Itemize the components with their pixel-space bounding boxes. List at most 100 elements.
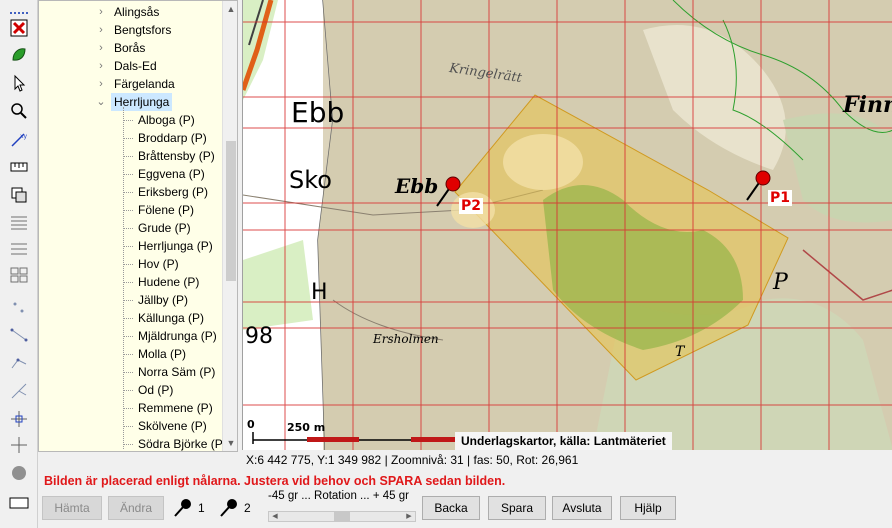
svg-text:xy: xy xyxy=(20,133,28,140)
map-label-finn: Finn xyxy=(843,92,892,118)
chevron-right-icon[interactable]: › xyxy=(95,57,107,75)
map-label-sko: Sko xyxy=(289,166,332,194)
small-dots-icon[interactable] xyxy=(7,296,31,318)
coordinate-pick-icon[interactable]: xy xyxy=(7,128,31,150)
grid-dense-icon[interactable] xyxy=(7,212,31,234)
scroll-down-icon[interactable]: ▼ xyxy=(223,435,237,451)
tree-connector xyxy=(123,300,133,301)
help-button[interactable]: Hjälp xyxy=(620,496,676,520)
tree-connector xyxy=(123,426,133,427)
tree-connector xyxy=(123,174,133,175)
tree-connector xyxy=(123,318,133,319)
tree-connector xyxy=(123,372,133,373)
tree-item-label: Borås xyxy=(114,41,146,55)
pin1-label: 1 xyxy=(198,501,205,515)
tree-item-label: Södra Björke (P) xyxy=(138,437,222,451)
pin2-icon[interactable] xyxy=(218,498,240,518)
fetch-button[interactable]: Hämta xyxy=(42,496,102,520)
tree-item-label: Eggvena (P) xyxy=(138,167,205,181)
tree-item-label: Hov (P) xyxy=(138,257,179,271)
close-layer-icon[interactable] xyxy=(7,17,31,39)
scroll-thumb[interactable] xyxy=(226,141,236,281)
rectangle-icon[interactable] xyxy=(7,492,31,514)
map-label-ebb-italic: Ebb xyxy=(395,174,439,198)
pin2-tool[interactable]: 2 xyxy=(218,498,251,518)
slider-left-icon[interactable]: ◀ xyxy=(269,512,281,521)
tree-item-label: Mjäldrunga (P) xyxy=(138,329,217,343)
copy-layers-icon[interactable] xyxy=(7,184,31,206)
rotation-slider-thumb[interactable] xyxy=(334,512,350,521)
chevron-right-icon[interactable]: › xyxy=(95,39,107,57)
tree-item-label: Remmene (P) xyxy=(138,401,213,415)
tree-item-label: Grude (P) xyxy=(138,221,191,235)
placement-message: Bilden är placerad enligt nålarna. Juste… xyxy=(44,474,506,488)
tree-connector xyxy=(123,138,133,139)
tree-connector xyxy=(123,210,133,211)
tree-item-label: Dals-Ed xyxy=(114,59,157,73)
tree-connector xyxy=(123,390,133,391)
tree-item-label: Herrljunga xyxy=(111,93,173,111)
grid-medium-icon[interactable] xyxy=(7,238,31,260)
scroll-up-icon[interactable]: ▲ xyxy=(223,1,237,17)
map-canvas xyxy=(243,0,892,450)
slider-right-icon[interactable]: ▶ xyxy=(403,512,415,521)
tree-item-label: Skölvene (P) xyxy=(138,419,207,433)
tree-item-label: Bengtsfors xyxy=(114,23,172,37)
chevron-right-icon[interactable]: › xyxy=(95,3,107,21)
move-crosshair-icon[interactable] xyxy=(7,408,31,430)
tree-connector xyxy=(123,192,133,193)
tree-item-label: Källunga (P) xyxy=(138,311,205,325)
node-dots-icon[interactable] xyxy=(7,352,31,374)
pin-label-p1: P1 xyxy=(768,190,793,206)
tree-connector xyxy=(123,444,133,445)
map-source-caption: Underlagskartor, källa: Lantmäteriet xyxy=(455,432,672,450)
tree-connector xyxy=(123,408,133,409)
map-label-98: 98 xyxy=(245,324,273,349)
save-button[interactable]: Spara xyxy=(488,496,546,520)
tree-item-label: Hudene (P) xyxy=(138,275,200,289)
rotation-slider[interactable]: ◀ ▶ xyxy=(268,511,416,522)
tree-item-label: Jällby (P) xyxy=(138,293,189,307)
magnifier-icon[interactable] xyxy=(7,100,31,122)
tree-item-label: Norra Säm (P) xyxy=(138,365,216,379)
change-button[interactable]: Ändra xyxy=(108,496,164,520)
move-crosshair-icon[interactable] xyxy=(7,434,31,456)
pointer-icon[interactable] xyxy=(7,72,31,94)
chevron-right-icon[interactable]: › xyxy=(95,21,107,39)
chevron-down-icon[interactable]: ⌄ xyxy=(95,93,107,111)
grid-split-icon[interactable] xyxy=(7,264,31,286)
tree-item-label: Fölene (P) xyxy=(138,203,195,217)
back-button[interactable]: Backa xyxy=(422,496,480,520)
scale-zero-label: 0 xyxy=(247,418,255,431)
map-view[interactable]: Ebb Sko Ebb Kringelrätt Finn Ersholmen 9… xyxy=(242,0,892,450)
tree-connector xyxy=(123,228,133,229)
tree-scrollbar[interactable]: ▲ ▼ xyxy=(222,1,237,451)
circle-icon[interactable] xyxy=(7,462,31,484)
map-label-p: P xyxy=(773,270,788,295)
rotation-label: -45 gr ... Rotation ... + 45 gr xyxy=(268,490,409,502)
scale-distance-label: 250 m xyxy=(287,421,326,434)
tree-item-label: Alboga (P) xyxy=(138,113,195,127)
tree-item-label: Färgelanda xyxy=(114,77,175,91)
chevron-right-icon[interactable]: › xyxy=(95,75,107,93)
tree-item-label: Herrljunga (P) xyxy=(138,239,213,253)
map-label-h: H xyxy=(311,280,328,305)
leaf-icon[interactable] xyxy=(7,44,31,66)
left-toolbar: xy xyxy=(0,0,38,528)
map-label-ersholmen: Ersholmen xyxy=(373,332,439,346)
tree-item-label: Eriksberg (P) xyxy=(138,185,209,199)
branch-icon[interactable] xyxy=(7,380,31,402)
map-label-t: T xyxy=(675,344,685,360)
tree-connector xyxy=(123,336,133,337)
tree-list: › Alingsås › Bengtsfors › Borås › Dals-Ed › Färge… xyxy=(39,1,222,451)
pin-label-p2: P2 xyxy=(459,198,484,214)
ruler-icon[interactable] xyxy=(7,156,31,178)
tree-item-label: Bråttensby (P) xyxy=(138,149,215,163)
pin1-icon[interactable] xyxy=(172,498,194,518)
line-dots-icon[interactable] xyxy=(7,324,31,346)
tree-connector xyxy=(123,246,133,247)
tree-connector xyxy=(123,264,133,265)
tree-item-label: Od (P) xyxy=(138,383,174,397)
pin1-tool[interactable]: 1 xyxy=(172,498,205,518)
exit-button[interactable]: Avsluta xyxy=(552,496,612,520)
